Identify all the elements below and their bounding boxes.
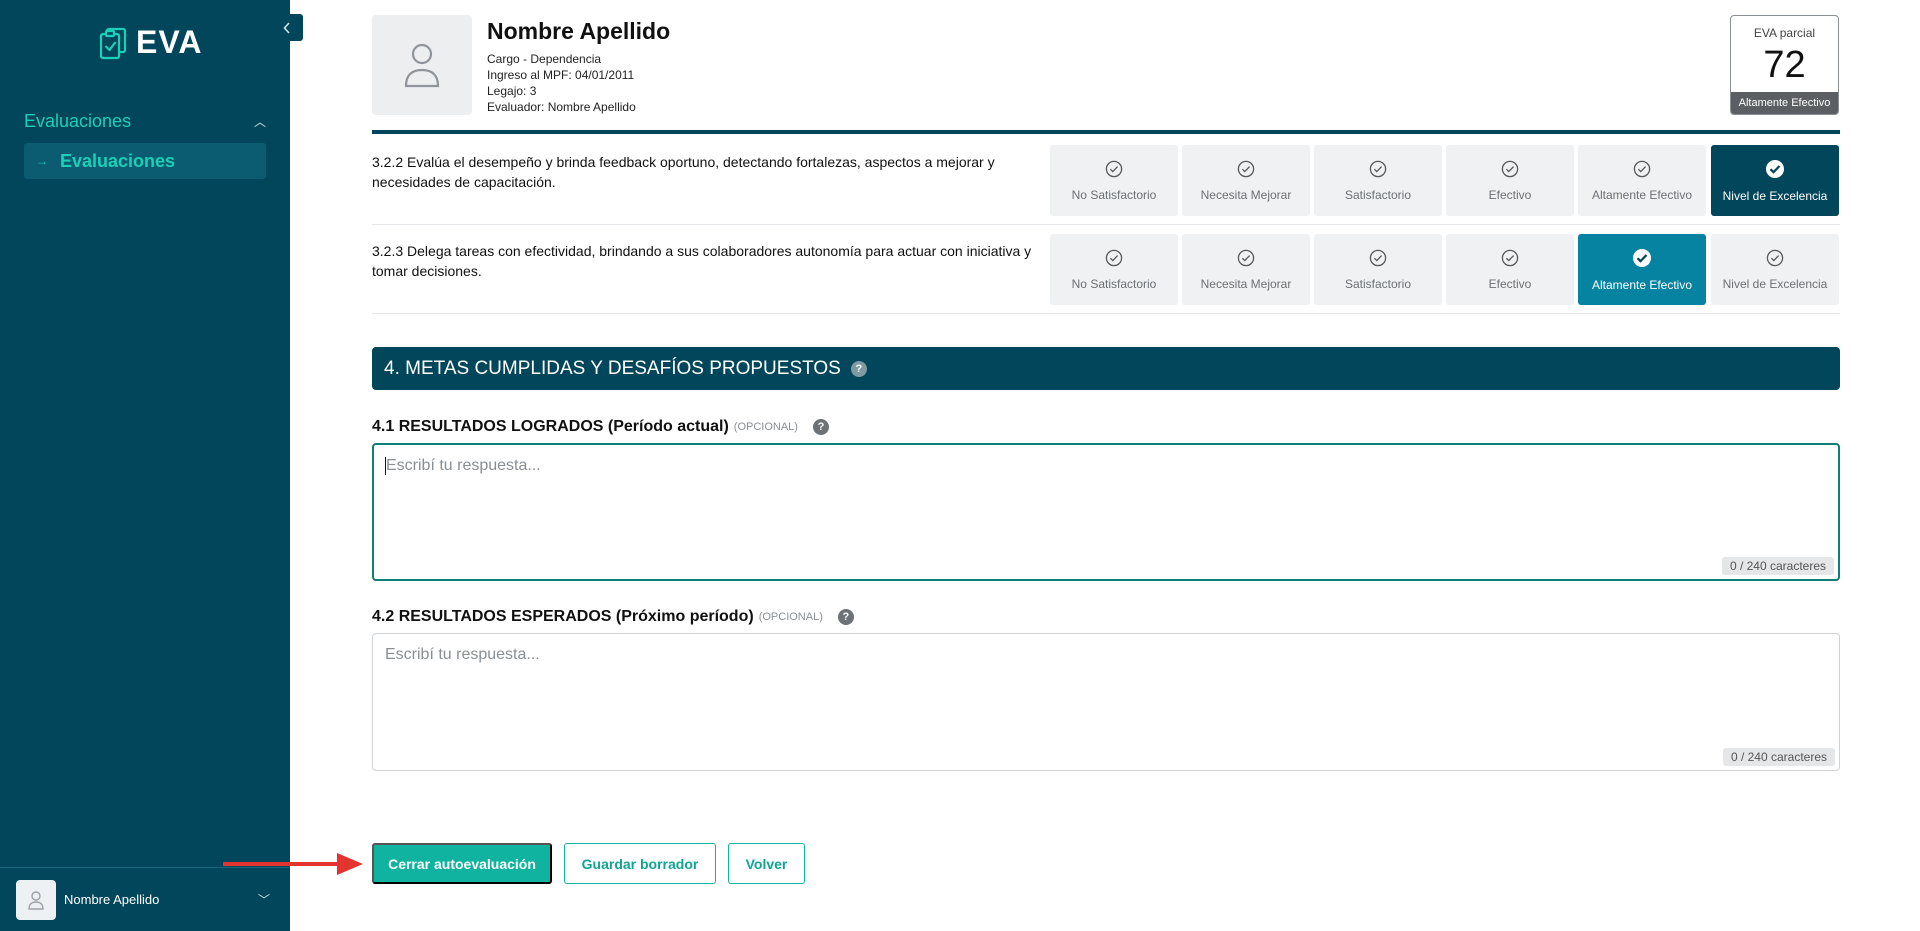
rating-option-efectivo[interactable]: Efectivo: [1446, 145, 1574, 216]
sidebar-item-evaluaciones[interactable]: → Evaluaciones: [24, 143, 266, 179]
rating-option-label: No Satisfactorio: [1071, 187, 1157, 202]
field-label-resultados-esperados: 4.2 RESULTADOS ESPERADOS (Próximo períod…: [372, 608, 854, 626]
chevron-down-icon: ﹀: [257, 893, 270, 907]
rating-option-satisfactorio[interactable]: Satisfactorio: [1314, 145, 1442, 216]
avatar: [16, 879, 56, 920]
rating-option-efectivo[interactable]: Efectivo: [1446, 234, 1574, 305]
check-circle-icon: [1766, 249, 1784, 272]
question-text: 3.2.2 Evalúa el desempeño y brinda feedb…: [372, 154, 995, 190]
check-circle-icon: [1501, 249, 1519, 272]
check-circle-icon: [1237, 160, 1255, 183]
textarea-placeholder: Escribí tu respuesta...: [386, 457, 541, 474]
help-icon[interactable]: ?: [837, 609, 854, 625]
help-icon[interactable]: ?: [812, 419, 829, 435]
rating-option-no-satisfactorio[interactable]: No Satisfactorio: [1050, 234, 1178, 305]
sidebar-group-evaluaciones[interactable]: Evaluaciones ︿: [24, 108, 266, 134]
back-button[interactable]: Volver: [728, 843, 805, 884]
profile-photo: [372, 15, 472, 115]
textarea-placeholder: Escribí tu respuesta...: [385, 646, 540, 663]
check-circle-icon: [1501, 160, 1519, 183]
check-circle-icon: [1105, 249, 1123, 272]
rating-option-label: Necesita Mejorar: [1200, 276, 1292, 291]
logo-text: EVA: [136, 24, 203, 60]
optional-tag: (OPCIONAL): [733, 421, 798, 433]
profile-file-number: Legajo: 3: [487, 84, 537, 98]
check-circle-icon: [1237, 249, 1255, 272]
eva-score-value: 72: [1763, 44, 1806, 86]
eva-score-label: EVA parcial: [1753, 26, 1816, 40]
collapse-sidebar-button[interactable]: [271, 14, 303, 41]
section-header: 4. METAS CUMPLIDAS Y DESAFÍOS PROPUESTOS…: [372, 347, 1840, 390]
rating-option-nivel-de-excelencia[interactable]: Nivel de Excelencia: [1711, 234, 1839, 305]
check-circle-icon: [1765, 159, 1785, 184]
character-counter: 0 / 240 caracteres: [1721, 557, 1834, 575]
clipboard-check-icon: [99, 27, 127, 59]
rating-option-label: Altamente Efectivo: [1591, 187, 1693, 202]
arrow-right-icon: →: [36, 154, 48, 168]
rating-option-altamente-efectivo[interactable]: Altamente Efectivo: [1578, 234, 1706, 305]
section-title: 4. METAS CUMPLIDAS Y DESAFÍOS PROPUESTOS: [384, 357, 841, 379]
chevron-left-icon: [283, 21, 290, 34]
sidebar: EVA Evaluaciones ︿ → Evaluaciones Nombre…: [0, 0, 290, 931]
field-title: 4.2 RESULTADOS ESPERADOS (Próximo períod…: [372, 608, 754, 625]
rating-option-nivel-de-excelencia[interactable]: Nivel de Excelencia: [1711, 145, 1839, 216]
rating-option-no-satisfactorio[interactable]: No Satisfactorio: [1050, 145, 1178, 216]
character-counter: 0 / 240 caracteres: [1722, 748, 1835, 766]
app-logo[interactable]: EVA: [98, 24, 202, 61]
rating-option-label: Efectivo: [1488, 276, 1532, 291]
rating-option-satisfactorio[interactable]: Satisfactorio: [1314, 234, 1442, 305]
rating-option-label: Necesita Mejorar: [1200, 187, 1292, 202]
save-draft-button[interactable]: Guardar borrador: [564, 843, 716, 884]
optional-tag: (OPCIONAL): [758, 611, 823, 623]
rating-option-label: No Satisfactorio: [1071, 276, 1157, 291]
rating-option-label: Altamente Efectivo: [1591, 277, 1693, 292]
question-row: 3.2.3 Delega tareas con efectividad, bri…: [372, 225, 1840, 314]
profile-entry-date: Ingreso al MPF: 04/01/2011: [487, 68, 635, 82]
field-label-resultados-logrados: 4.1 RESULTADOS LOGRADOS (Período actual)…: [372, 418, 829, 436]
user-name: Nombre Apellido: [64, 892, 160, 907]
help-icon[interactable]: ?: [850, 360, 867, 377]
rating-option-altamente-efectivo[interactable]: Altamente Efectivo: [1578, 145, 1706, 216]
check-circle-icon: [1369, 160, 1387, 183]
resultados-logrados-textarea[interactable]: Escribí tu respuesta... 0 / 240 caracter…: [372, 443, 1840, 581]
rating-option-label: Satisfactorio: [1344, 187, 1412, 202]
profile-name: Nombre Apellido: [487, 18, 671, 44]
close-self-evaluation-button[interactable]: Cerrar autoevaluación: [372, 843, 552, 884]
field-title: 4.1 RESULTADOS LOGRADOS (Período actual): [372, 418, 729, 435]
chevron-up-icon: ︿: [253, 114, 266, 129]
header-divider: [372, 130, 1840, 134]
user-icon: [28, 890, 44, 910]
eva-score-badge: Altamente Efectivo: [1731, 92, 1838, 114]
annotation-arrow: [223, 853, 363, 875]
rating-option-label: Satisfactorio: [1344, 276, 1412, 291]
user-icon: [404, 43, 440, 88]
question-row: 3.2.2 Evalúa el desempeño y brinda feedb…: [372, 136, 1840, 225]
check-circle-icon: [1633, 160, 1651, 183]
profile-details: Cargo - Dependencia Ingreso al MPF: 04/0…: [487, 51, 636, 115]
resultados-esperados-textarea[interactable]: Escribí tu respuesta... 0 / 240 caracter…: [372, 633, 1840, 771]
question-text: 3.2.3 Delega tareas con efectividad, bri…: [372, 243, 1032, 279]
rating-option-necesita-mejorar[interactable]: Necesita Mejorar: [1182, 145, 1310, 216]
eva-score-card: EVA parcial 72 Altamente Efectivo: [1730, 15, 1839, 115]
rating-option-label: Nivel de Excelencia: [1722, 188, 1828, 203]
check-circle-icon: [1632, 248, 1652, 273]
check-circle-icon: [1105, 160, 1123, 183]
profile-position: Cargo - Dependencia: [487, 52, 602, 66]
sidebar-item-label: Evaluaciones: [60, 150, 176, 171]
sidebar-group-label: Evaluaciones: [24, 110, 132, 131]
rating-option-label: Efectivo: [1488, 187, 1532, 202]
rating-option-necesita-mejorar[interactable]: Necesita Mejorar: [1182, 234, 1310, 305]
profile-evaluator: Evaluador: Nombre Apellido: [487, 100, 636, 114]
check-circle-icon: [1369, 249, 1387, 272]
rating-option-label: Nivel de Excelencia: [1722, 276, 1828, 291]
